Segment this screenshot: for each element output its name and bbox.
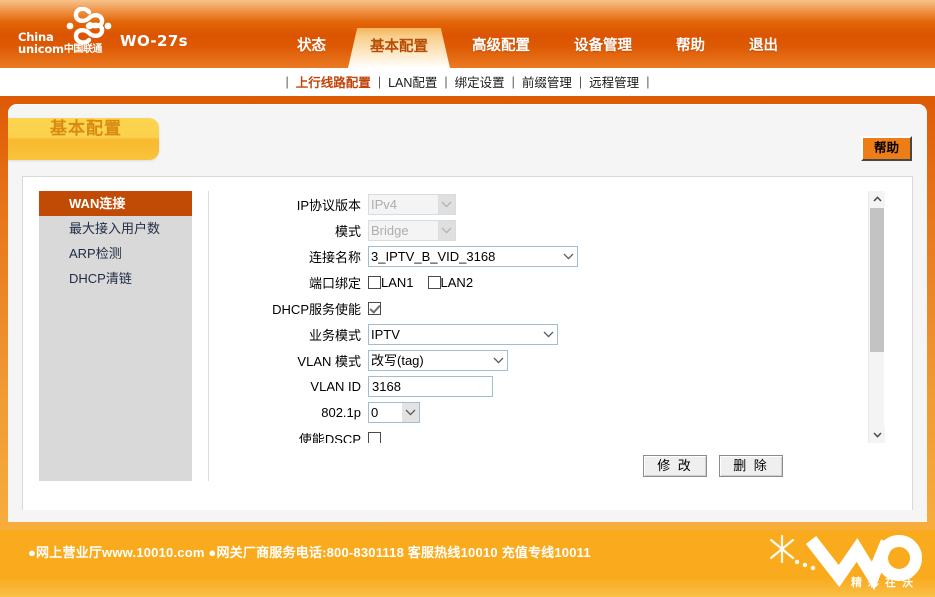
nav-tab-advanced-config[interactable]: 高级配置 — [450, 28, 552, 57]
label-vlan-mode: VLAN 模式 — [223, 351, 368, 370]
subnav-separator-5: | — [639, 75, 656, 89]
form-row-connection-name: 连接名称 3_IPTV_B_VID_3168 — [223, 243, 868, 269]
main-navigation: 状态 基本配置 高级配置 设备管理 帮助 退出 — [275, 28, 800, 68]
nav-tab-status[interactable]: 状态 — [275, 28, 348, 57]
footer-tagline: 精彩在沃 — [851, 574, 919, 590]
form-row-port-binding: 端口绑定 LAN1 LAN2 — [223, 269, 868, 295]
nav-tab-basic-config[interactable]: 基本配置 — [348, 28, 450, 68]
label-service-mode: 业务模式 — [223, 325, 368, 344]
checkbox-dhcp-enable[interactable] — [368, 302, 381, 315]
page-title: 基本配置 — [50, 114, 122, 139]
label-ip-version: IP协议版本 — [223, 195, 368, 214]
select-mode[interactable]: Bridge — [368, 220, 456, 241]
subnav-separator-3: | — [505, 75, 522, 89]
delete-button[interactable]: 删 除 — [719, 455, 783, 477]
subnav-item-lan-config[interactable]: LAN配置 — [388, 72, 437, 91]
select-vlan-mode[interactable]: 改写(tag) — [368, 350, 508, 371]
page-frame: 基本配置 帮助 WAN连接 最大接入用户数 ARP检测 DHCP清链 IP协议版… — [0, 96, 935, 530]
subnav-item-binding-settings[interactable]: 绑定设置 — [455, 72, 505, 91]
chevron-down-icon — [873, 432, 882, 438]
chevron-up-icon — [873, 196, 882, 202]
subnav: | 上行线路配置 | LAN配置 | 绑定设置 | 前缀管理 | 远程管理 | — [279, 72, 657, 91]
scroll-down-button[interactable] — [869, 427, 885, 443]
label-port-binding: 端口绑定 — [223, 273, 368, 292]
checkbox-lan2[interactable] — [428, 276, 441, 289]
site-header: China unicom中国联通 WO-27s 状态 基本配置 高级配置 设备管… — [0, 0, 935, 68]
settings-card: WAN连接 最大接入用户数 ARP检测 DHCP清链 IP协议版本 IPv4 — [22, 176, 913, 510]
sidebar-item-dhcp-clear[interactable]: DHCP清链 — [39, 266, 192, 291]
select-wrapper-service-mode: IPTV — [368, 324, 558, 345]
nav-tab-device-management[interactable]: 设备管理 — [552, 28, 654, 57]
label-lan2[interactable]: LAN2 — [441, 275, 474, 290]
form-row-vlan-id: VLAN ID — [223, 373, 868, 399]
nav-tab-logout[interactable]: 退出 — [727, 28, 800, 57]
select-connection-name[interactable]: 3_IPTV_B_VID_3168 — [368, 246, 578, 267]
select-wrapper-vlan-mode: 改写(tag) — [368, 350, 508, 371]
label-vlan-id: VLAN ID — [223, 379, 368, 394]
subnav-item-remote-management[interactable]: 远程管理 — [589, 72, 639, 91]
select-wrapper-dot1p: 0 — [368, 402, 420, 423]
select-service-mode[interactable]: IPTV — [368, 324, 558, 345]
subnav-separator-4: | — [572, 75, 589, 89]
form-row-service-mode: 业务模式 IPTV — [223, 321, 868, 347]
scroll-up-button[interactable] — [869, 191, 885, 207]
subnav-item-uplink-config[interactable]: 上行线路配置 — [296, 72, 371, 91]
help-button[interactable]: 帮助 — [861, 136, 912, 161]
form-row-dscp-enable: 使能DSCP — [223, 425, 868, 443]
select-wrapper-ip-version: IPv4 — [368, 194, 456, 215]
form-row-ip-version: IP协议版本 IPv4 — [223, 191, 868, 217]
subnav-separator-2: | — [437, 75, 454, 89]
select-wrapper-mode: Bridge — [368, 220, 456, 241]
site-footer: ●网上营业厅www.10010.com ●网关厂商服务电话:800-830111… — [0, 530, 935, 597]
form-scrollbar[interactable] — [868, 191, 884, 443]
sidebar-divider — [208, 191, 209, 481]
modify-button[interactable]: 修 改 — [643, 455, 707, 477]
select-wrapper-connection-name: 3_IPTV_B_VID_3168 — [368, 246, 578, 267]
form-row-dot1p: 802.1p 0 — [223, 399, 868, 425]
device-model: WO-27s — [120, 32, 188, 50]
form-row-vlan-mode: VLAN 模式 改写(tag) — [223, 347, 868, 373]
select-ip-version[interactable]: IPv4 — [368, 194, 456, 215]
subnav-item-prefix-management[interactable]: 前缀管理 — [522, 72, 572, 91]
label-dot1p: 802.1p — [223, 405, 368, 420]
subnav-separator-1: | — [371, 75, 388, 89]
subnav-separator-0: | — [279, 75, 296, 89]
footer-contact-text: ●网上营业厅www.10010.com ●网关厂商服务电话:800-830111… — [28, 542, 591, 561]
nav-tab-help[interactable]: 帮助 — [654, 28, 727, 57]
brand-en-line2: unicom — [18, 44, 64, 56]
checkbox-dscp-enable[interactable] — [368, 432, 381, 444]
sidebar-item-arp-detection[interactable]: ARP检测 — [39, 241, 192, 266]
label-dscp-enable: 使能DSCP — [223, 429, 368, 444]
brand-cn: 中国联通 — [64, 44, 102, 56]
label-connection-name: 连接名称 — [223, 247, 368, 266]
settings-sidebar: WAN连接 最大接入用户数 ARP检测 DHCP清链 — [39, 191, 192, 481]
label-lan1[interactable]: LAN1 — [381, 275, 414, 290]
select-dot1p[interactable]: 0 — [368, 402, 420, 423]
form-row-dhcp-enable: DHCP服务使能 — [223, 295, 868, 321]
label-dhcp-enable: DHCP服务使能 — [223, 299, 368, 318]
subnav-bar: | 上行线路配置 | LAN配置 | 绑定设置 | 前缀管理 | 远程管理 | — [0, 68, 935, 96]
scrollbar-thumb[interactable] — [870, 208, 884, 352]
content-panel: 基本配置 帮助 WAN连接 最大接入用户数 ARP检测 DHCP清链 IP协议版… — [8, 104, 927, 522]
checkbox-lan1[interactable] — [368, 276, 381, 289]
form-row-mode: 模式 Bridge — [223, 217, 868, 243]
sidebar-item-wan-connection[interactable]: WAN连接 — [39, 191, 192, 216]
form-actions: 修 改 删 除 — [643, 455, 783, 477]
label-mode: 模式 — [223, 221, 368, 240]
input-vlan-id[interactable] — [368, 376, 493, 397]
sidebar-item-max-users[interactable]: 最大接入用户数 — [39, 216, 192, 241]
wan-connection-form: IP协议版本 IPv4 模式 — [223, 191, 868, 443]
